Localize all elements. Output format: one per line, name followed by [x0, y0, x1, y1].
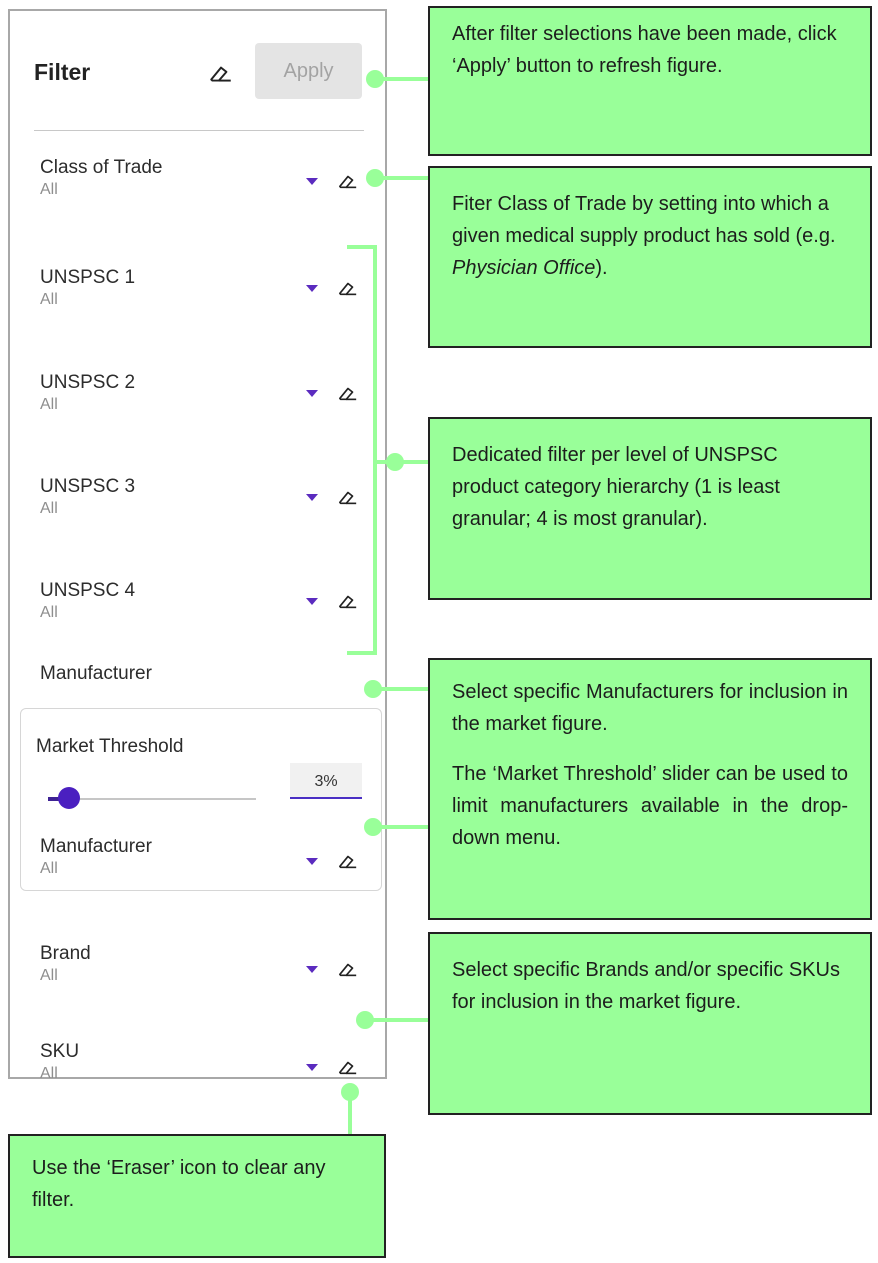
callout-class-of-trade: Fiter Class of Trade by setting into whi… [428, 166, 872, 348]
caret-down-icon[interactable] [306, 178, 318, 185]
callout-unspsc: Dedicated filter per level of UNSPSC pro… [428, 417, 872, 600]
caret-down-icon[interactable] [306, 285, 318, 292]
bracket-line [373, 245, 377, 655]
filter-value: All [40, 860, 58, 877]
connector-line [376, 77, 430, 81]
eraser-icon[interactable] [337, 1057, 359, 1077]
filter-unspsc-2[interactable]: UNSPSC 2 All [40, 372, 135, 414]
filter-unspsc-1[interactable]: UNSPSC 1 All [40, 267, 135, 309]
callout-text: Fiter Class of Trade by setting into whi… [452, 188, 848, 284]
callout-text: Use the ‘Eraser’ icon to clear any filte… [32, 1157, 326, 1211]
callout-text: Select specific Brands and/or specific S… [452, 959, 840, 1013]
filter-value: All [40, 500, 58, 517]
eraser-icon[interactable] [337, 487, 359, 507]
caret-down-icon[interactable] [306, 598, 318, 605]
filter-unspsc-3[interactable]: UNSPSC 3 All [40, 476, 135, 518]
caret-down-icon[interactable] [306, 966, 318, 973]
filter-brand[interactable]: Brand All [40, 943, 91, 985]
callout-text-part: ). [595, 257, 608, 279]
filter-label: Brand [40, 943, 91, 964]
filter-value: All [40, 604, 58, 621]
callout-manufacturer: Select specific Manufacturers for inclus… [428, 658, 872, 920]
apply-button[interactable]: Apply [255, 43, 362, 99]
caret-down-icon[interactable] [306, 494, 318, 501]
market-threshold-label: Market Threshold [36, 736, 184, 757]
callout-text: Dedicated filter per level of UNSPSC pro… [452, 444, 780, 530]
eraser-icon[interactable] [337, 383, 359, 403]
filter-panel: Filter Apply Class of Trade All UNSPSC 1… [8, 9, 387, 1082]
eraser-icon[interactable] [208, 61, 234, 85]
callout-apply: After filter selections have been made, … [428, 6, 872, 156]
divider [34, 130, 364, 131]
callout-text: After filter selections have been made, … [452, 23, 837, 77]
eraser-icon[interactable] [337, 851, 359, 871]
filter-value: All [40, 181, 58, 198]
callout-text-emphasis: Physician Office [452, 257, 596, 279]
caret-down-icon[interactable] [306, 1064, 318, 1071]
eraser-icon[interactable] [337, 959, 359, 979]
filter-label: Manufacturer [40, 836, 152, 857]
connector-line [377, 460, 430, 464]
caret-down-icon[interactable] [306, 390, 318, 397]
filter-label: UNSPSC 2 [40, 372, 136, 393]
eraser-icon[interactable] [337, 171, 359, 191]
connector-line [348, 1090, 352, 1136]
filter-sku[interactable]: SKU All [40, 1041, 79, 1083]
callout-text: Select specific Manufacturers for inclus… [452, 681, 848, 735]
filter-class-of-trade[interactable]: Class of Trade All [40, 157, 163, 199]
filter-label: UNSPSC 1 [40, 267, 136, 288]
connector-line [366, 1018, 430, 1022]
filter-label: UNSPSC 3 [40, 476, 136, 497]
eraser-icon[interactable] [337, 278, 359, 298]
eraser-icon[interactable] [337, 591, 359, 611]
manufacturer-heading: Manufacturer [40, 663, 152, 684]
panel-title: Filter [34, 59, 91, 85]
filter-value: All [40, 291, 58, 308]
filter-unspsc-4[interactable]: UNSPSC 4 All [40, 580, 135, 622]
slider-thumb[interactable] [57, 787, 80, 809]
caret-down-icon[interactable] [306, 858, 318, 865]
callout-text: The ‘Market Threshold’ slider can be use… [452, 763, 848, 849]
callout-eraser: Use the ‘Eraser’ icon to clear any filte… [8, 1134, 386, 1258]
callout-text-part: Fiter Class of Trade by setting into whi… [452, 193, 836, 247]
filter-value: All [40, 1065, 58, 1082]
filter-value: All [40, 967, 58, 984]
filter-label: UNSPSC 4 [40, 580, 136, 601]
connector-line [374, 825, 430, 829]
filter-label: SKU [40, 1041, 80, 1062]
market-threshold-input[interactable] [290, 763, 362, 799]
bracket-line [347, 651, 377, 655]
filter-value: All [40, 396, 58, 413]
filter-manufacturer[interactable]: Manufacturer All [40, 836, 152, 878]
connector-line [376, 176, 430, 180]
filter-label: Class of Trade [40, 157, 163, 178]
connector-line [374, 687, 430, 691]
callout-brand-sku: Select specific Brands and/or specific S… [428, 932, 872, 1115]
